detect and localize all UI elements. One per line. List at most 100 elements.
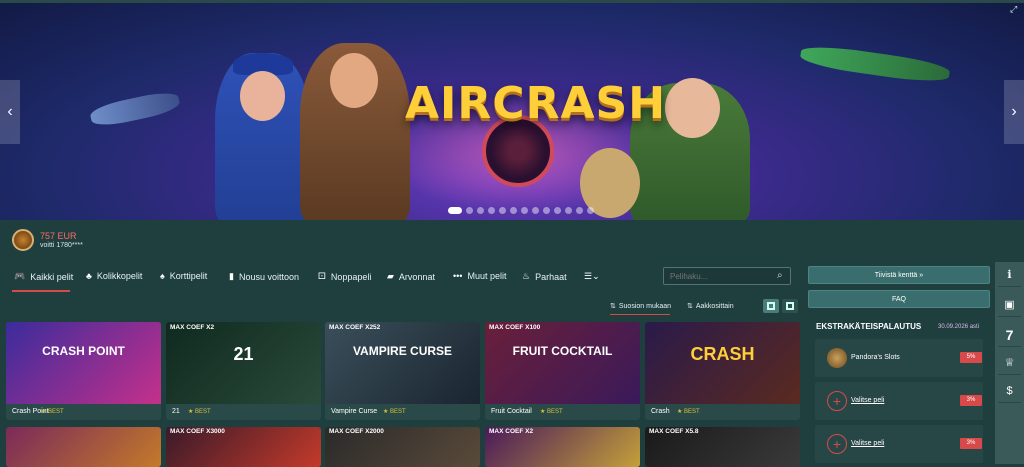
carousel-dot[interactable] (576, 207, 583, 214)
sort-active-indicator (610, 314, 670, 315)
cashback-row-choose[interactable]: + Valitse peli 3% (815, 425, 983, 463)
seven-icon[interactable]: 7 (998, 324, 1021, 347)
max-coef-badge: MAX COEF X3000 (170, 428, 225, 435)
carousel-dot[interactable] (510, 207, 517, 214)
max-coef-badge: MAX COEF X2 (170, 324, 215, 331)
plane-left-art (88, 88, 182, 130)
carousel-dot[interactable] (466, 207, 473, 214)
grid-small-icon (786, 302, 794, 310)
grid-icon (767, 302, 775, 310)
search-input[interactable] (663, 267, 791, 285)
tab-all-games[interactable]: 🎮 Kaikki pelit (14, 271, 73, 282)
game-card[interactable]: MAX COEF X5.8 (645, 427, 800, 467)
active-tab-indicator (12, 290, 70, 292)
grid-view-large-button[interactable] (763, 299, 779, 313)
tab-dice[interactable]: ⚀ Noppapeli (318, 271, 371, 282)
promo-banner[interactable]: AIRCRASH (0, 3, 1024, 220)
game-title: Crash (651, 408, 670, 415)
pilot-man-art (300, 43, 410, 220)
cashback-row-game[interactable]: Pandora's Slots 5% (815, 339, 983, 377)
gift-icon[interactable]: ▣ (998, 294, 1021, 317)
game-thumbnail (827, 348, 847, 368)
game-art-title: CRASH (690, 344, 755, 364)
carousel-dot[interactable] (587, 207, 594, 214)
game-thumbnail (325, 322, 480, 404)
carousel-dot[interactable] (448, 207, 462, 214)
best-badge: ★ BEST (41, 409, 64, 415)
game-card[interactable]: CRASH Crash ★ BEST (645, 322, 800, 420)
max-coef-badge: MAX COEF X5.8 (649, 428, 699, 435)
info-icon[interactable]: ℹ (998, 264, 1021, 287)
cashback-row-choose[interactable]: + Valitse peli 3% (815, 382, 983, 420)
pilot-woman-art (215, 53, 310, 220)
cashback-date: 30.09.2026 asti (938, 324, 980, 330)
fire-icon: ♨ (522, 271, 531, 281)
slots-icon: ♣ (86, 271, 92, 281)
chevrons-right-icon: » (919, 272, 924, 279)
best-badge: ★ BEST (540, 409, 563, 415)
plus-icon[interactable]: + (827, 434, 847, 454)
tab-slots[interactable]: ♣ Kolikkopelit (86, 271, 142, 281)
carousel-dot[interactable] (543, 207, 550, 214)
carousel-dot[interactable] (488, 207, 495, 214)
faq-button[interactable]: FAQ (808, 290, 990, 308)
sort-alpha-icon: ⇅ (687, 303, 693, 310)
cashback-percent: 5% (960, 352, 982, 363)
carousel-dot[interactable] (521, 207, 528, 214)
banner-title: AIRCRASH (405, 78, 667, 129)
game-card[interactable]: CRASH POINT Crash Point ★ BEST (6, 322, 161, 420)
trophy-icon[interactable]: ♕ (998, 352, 1021, 375)
expand-icon[interactable]: ⤢ (1010, 4, 1022, 16)
game-card[interactable]: 21 MAX COEF X2 21 ★ BEST (166, 322, 321, 420)
sort-popular-button[interactable]: ⇅ Suosion mukaan (610, 302, 671, 311)
cashback-game-name: Pandora's Slots (851, 354, 900, 361)
carousel-prev-button[interactable]: ‹ (0, 80, 20, 144)
grid-view-small-button[interactable] (782, 299, 798, 313)
win-user: voitti 1780**** (40, 242, 83, 249)
game-card[interactable]: VAMPIRE CURSE MAX COEF X252 Vampire Curse ★… (325, 322, 480, 420)
game-card[interactable] (6, 427, 161, 467)
carousel-dot[interactable] (532, 207, 539, 214)
more-menu-button[interactable]: ☰⌄ (584, 271, 600, 282)
carousel-dot[interactable] (565, 207, 572, 214)
game-card[interactable]: FRUIT COCKTAIL MAX COEF X100 Fruit Cocktai… (485, 322, 640, 420)
max-coef-badge: MAX COEF X100 (489, 324, 541, 331)
best-badge: ★ BEST (383, 409, 406, 415)
tab-card-games[interactable]: ♠ Korttipelit (160, 271, 207, 281)
compact-view-button[interactable]: Tiivistä kenttä » (808, 266, 990, 284)
ticket-icon: ▰ (387, 271, 394, 281)
tab-crash[interactable]: ▮ Nousu voittoon (229, 271, 299, 282)
winner-ticker (0, 220, 800, 262)
dots-icon: ••• (453, 271, 463, 281)
carousel-dots[interactable] (448, 207, 594, 214)
choose-game-link[interactable]: Valitse peli (851, 397, 884, 404)
search-icon[interactable]: ⌕ (777, 270, 783, 281)
avatar (12, 229, 34, 251)
cashback-percent: 3% (960, 395, 982, 406)
carousel-dot[interactable] (554, 207, 561, 214)
chart-icon: ▮ (229, 271, 234, 281)
plane-right-art (799, 42, 951, 86)
max-coef-badge: MAX COEF X2 (489, 428, 534, 435)
dollar-icon[interactable]: $ (998, 380, 1021, 403)
choose-game-link[interactable]: Valitse peli (851, 440, 884, 447)
game-art-title: VAMPIRE CURSE (352, 344, 453, 358)
game-art-title: CRASH POINT (42, 344, 125, 358)
carousel-dot[interactable] (499, 207, 506, 214)
game-card[interactable]: MAX COEF X2 (485, 427, 640, 467)
tab-lotteries[interactable]: ▰ Arvonnat (387, 271, 435, 282)
best-badge: ★ BEST (188, 409, 211, 415)
game-card[interactable]: MAX COEF X3000 (166, 427, 321, 467)
max-coef-badge: MAX COEF X2000 (329, 428, 384, 435)
tab-best[interactable]: ♨ Parhaat (522, 271, 567, 282)
game-thumbnail (6, 322, 161, 404)
carousel-dot[interactable] (477, 207, 484, 214)
tab-other-games[interactable]: ••• Muut pelit (453, 271, 506, 281)
game-title: Fruit Cocktail (491, 408, 532, 415)
spade-icon: ♠ (160, 271, 165, 281)
dice-icon: ⚀ (318, 271, 326, 281)
game-card[interactable]: MAX COEF X2000 (325, 427, 480, 467)
sort-alpha-button[interactable]: ⇅ Aakkosittain (687, 302, 734, 311)
plus-icon[interactable]: + (827, 391, 847, 411)
carousel-next-button[interactable]: › (1004, 80, 1024, 144)
